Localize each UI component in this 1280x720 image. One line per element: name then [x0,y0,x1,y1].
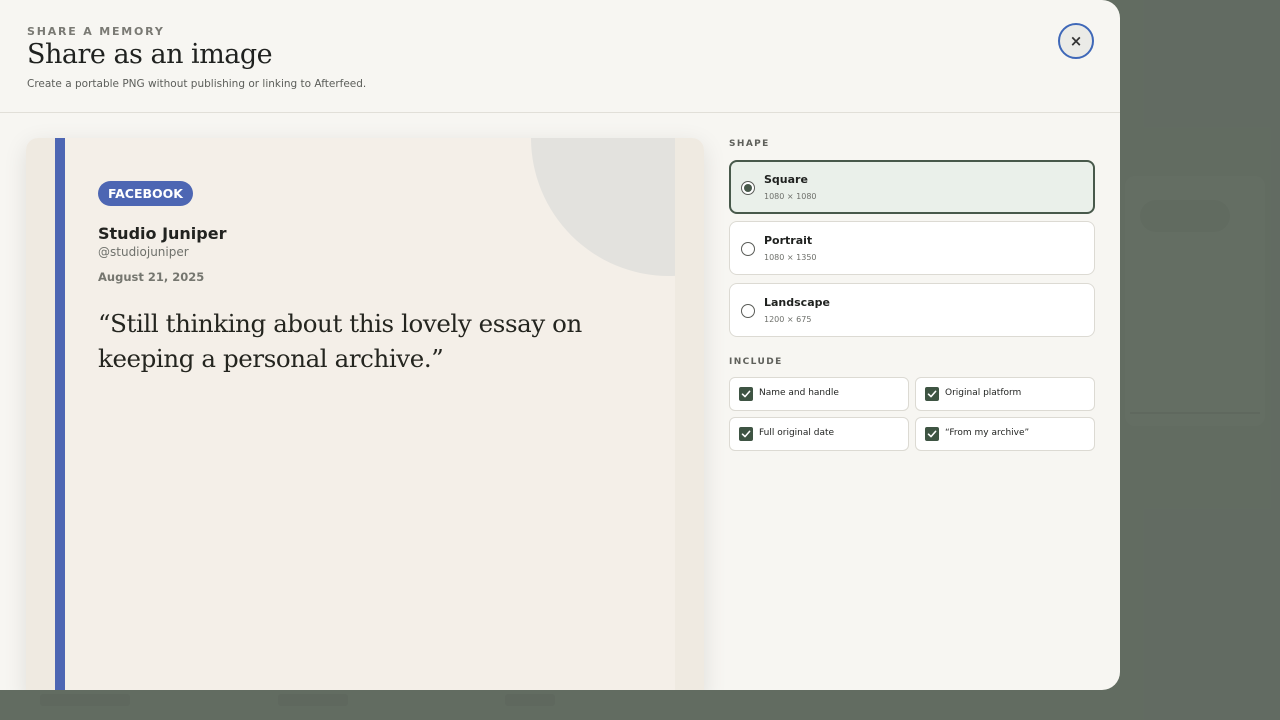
radio-unselected[interactable] [741,242,755,256]
check-icon [927,390,937,398]
dialog-header: SHARE A MEMORY Share as an image Create … [0,0,1120,113]
preview-card: FACEBOOK Studio Juniper @studiojuniper A… [55,138,675,690]
shape-option-label: Portrait [764,234,813,247]
check-icon [741,430,751,438]
close-icon: × [1069,32,1083,50]
platform-accent-bar [55,138,65,690]
shape-option-landscape[interactable]: Landscape 1200 × 675 [729,283,1095,337]
checkbox-checked[interactable] [925,427,939,441]
include-option-label: Name and handle [759,388,839,398]
author-handle: @studiojuniper [98,245,189,259]
shape-option-size: 1200 × 675 [764,315,812,324]
post-quote: “Still thinking about this lovely essay … [98,309,582,373]
shape-option-square[interactable]: Square 1080 × 1080 [729,160,1095,214]
author-name: Studio Juniper [98,224,227,243]
shape-option-label: Landscape [764,296,830,309]
shape-option-size: 1080 × 1350 [764,253,817,262]
dialog-subtitle: Create a portable PNG without publishing… [27,78,367,90]
image-preview: FACEBOOK Studio Juniper @studiojuniper A… [26,138,704,690]
checkbox-checked[interactable] [925,387,939,401]
platform-badge: FACEBOOK [98,181,193,206]
radio-dot [744,184,752,192]
share-image-dialog: SHARE A MEMORY Share as an image Create … [0,0,1120,690]
checkbox-checked[interactable] [739,387,753,401]
include-option-label: “From my archive” [945,428,1030,438]
radio-selected[interactable] [741,181,755,195]
shape-option-size: 1080 × 1080 [764,192,817,201]
post-date: August 21, 2025 [98,270,205,284]
include-original-platform[interactable]: Original platform [915,377,1095,411]
include-full-original-date[interactable]: Full original date [729,417,909,451]
shape-section-label: SHAPE [729,139,770,149]
include-from-my-archive[interactable]: “From my archive” [915,417,1095,451]
radio-unselected[interactable] [741,304,755,318]
close-button[interactable]: × [1058,23,1094,59]
include-option-label: Full original date [759,428,835,438]
dialog-eyebrow: SHARE A MEMORY [27,25,165,38]
shape-option-portrait[interactable]: Portrait 1080 × 1350 [729,221,1095,275]
decorative-circle [531,138,675,276]
include-option-label: Original platform [945,388,1022,398]
include-section-label: INCLUDE [729,357,783,367]
include-name-and-handle[interactable]: Name and handle [729,377,909,411]
checkbox-checked[interactable] [739,427,753,441]
check-icon [741,390,751,398]
shape-option-label: Square [764,173,808,186]
check-icon [927,430,937,438]
dialog-title: Share as an image [27,39,273,70]
